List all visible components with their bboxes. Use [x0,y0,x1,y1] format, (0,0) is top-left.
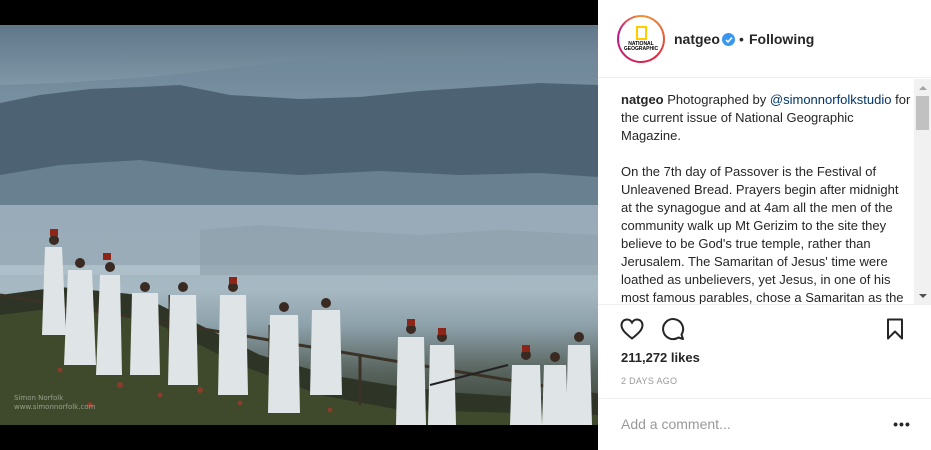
post-caption: natgeo Photographed by @simonnorfolkstud… [621,91,911,304]
photo-credit-name: Simon Norfolk [14,394,64,403]
bookmark-icon[interactable] [881,315,909,343]
natgeo-logo: NATIONAL GEOGRAPHIC [619,17,663,61]
comment-bubble-icon[interactable] [659,315,687,343]
photo-credit-site: www.simonnorfolk.com [14,402,96,411]
scrollbar-thumb[interactable] [916,96,929,130]
post-side-panel: NATIONAL GEOGRAPHIC natgeo • Following n… [598,0,931,450]
caption-mention-link[interactable]: @simonnorfolkstudio [770,92,892,107]
avatar[interactable]: NATIONAL GEOGRAPHIC [617,15,665,63]
likes-count[interactable]: 211,272 likes [621,350,700,365]
separator-dot: • [739,31,744,47]
post-photo[interactable]: Simon Norfolk www.simonnorfolk.com [0,25,598,425]
post-header: NATIONAL GEOGRAPHIC natgeo • Following [598,0,931,78]
comment-input[interactable] [621,413,871,435]
scroll-down-arrow-icon[interactable] [914,287,931,304]
actions-divider [598,304,931,305]
caption-scroll-area[interactable]: natgeo Photographed by @simonnorfolkstud… [598,79,931,304]
post-photo-area: Simon Norfolk www.simonnorfolk.com [0,0,598,450]
ng-yellow-frame-icon [635,26,647,40]
photo-scene [0,53,598,425]
scroll-up-arrow-icon[interactable] [914,79,931,96]
logo-line-2: GEOGRAPHIC [623,46,659,52]
comment-section: ••• [598,398,931,450]
caption-body: On the 7th day of Passover is the Festiv… [621,164,904,304]
verified-badge-icon [722,33,735,46]
caption-intro: Photographed by [667,92,767,107]
author-username[interactable]: natgeo [674,31,720,47]
caption-username[interactable]: natgeo [621,92,664,107]
photo-watermark: Simon Norfolk www.simonnorfolk.com [14,394,95,411]
more-options-icon[interactable]: ••• [890,413,914,435]
following-button[interactable]: Following [749,31,814,47]
post-timestamp[interactable]: 2 DAYS AGO [621,376,677,386]
caption-scrollbar[interactable] [914,79,931,304]
heart-icon[interactable] [618,315,646,343]
